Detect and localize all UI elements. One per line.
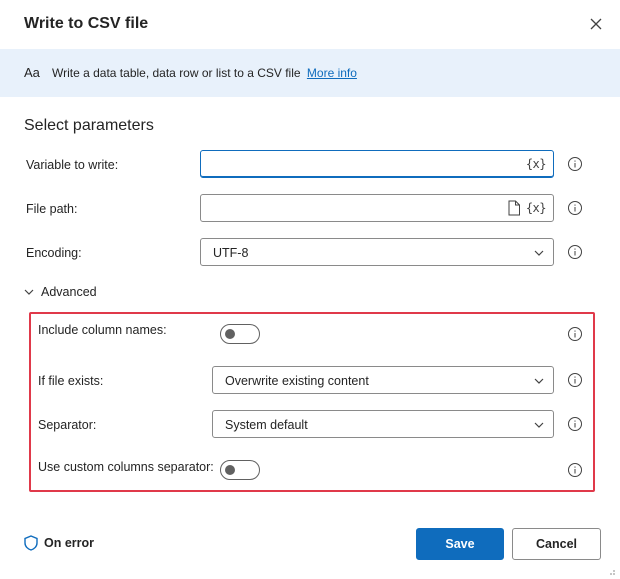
variable-to-write-input[interactable]: {x} [200,150,554,178]
file-browse-icon[interactable] [507,200,521,216]
include-column-names-toggle[interactable] [220,324,260,344]
file-path-input[interactable]: {x} [200,194,554,222]
banner-description: Write a data table, data row or list to … [52,66,301,80]
variable-to-write-label: Variable to write: [26,158,119,172]
close-icon [590,18,602,30]
dialog-title: Write to CSV file [24,15,149,32]
include-column-names-label: Include column names: [38,323,167,337]
file-path-label: File path: [26,202,78,216]
info-icon[interactable] [567,372,583,388]
info-icon[interactable] [567,244,583,260]
advanced-label: Advanced [41,285,97,299]
info-icon[interactable] [567,326,583,342]
encoding-value: UTF-8 [213,246,249,260]
chevron-down-icon [534,250,544,256]
if-file-exists-dropdown[interactable]: Overwrite existing content [212,366,554,394]
resize-grip-icon[interactable] [606,566,616,576]
toggle-knob [225,329,235,339]
info-icon[interactable] [567,200,583,216]
chevron-down-icon [534,378,544,384]
section-title: Select parameters [24,117,154,134]
more-info-link[interactable]: More info [307,66,357,80]
encoding-dropdown[interactable]: UTF-8 [200,238,554,266]
close-button[interactable] [585,13,607,35]
variable-picker-icon[interactable]: {x} [526,157,547,171]
save-button[interactable]: Save [416,528,504,560]
separator-dropdown[interactable]: System default [212,410,554,438]
toggle-knob [225,465,235,475]
chevron-down-icon [24,289,34,295]
advanced-expander[interactable]: Advanced [24,285,97,299]
text-format-icon: Aa [24,65,40,80]
chevron-down-icon [534,422,544,428]
custom-columns-separator-toggle[interactable] [220,460,260,480]
on-error-button[interactable]: On error [24,535,94,551]
separator-value: System default [225,418,308,432]
custom-columns-separator-label: Use custom columns separator: [38,460,214,474]
info-icon[interactable] [567,156,583,172]
info-icon[interactable] [567,416,583,432]
separator-label: Separator: [38,418,97,432]
on-error-label: On error [44,536,95,550]
if-file-exists-value: Overwrite existing content [225,374,369,388]
info-banner: Aa Write a data table, data row or list … [0,49,620,97]
info-icon[interactable] [567,462,583,478]
encoding-label: Encoding: [26,246,82,260]
banner-text: Write a data table, data row or list to … [52,66,357,80]
variable-picker-icon[interactable]: {x} [526,201,547,215]
if-file-exists-label: If file exists: [38,374,104,388]
cancel-button[interactable]: Cancel [512,528,601,560]
shield-icon [24,535,38,551]
